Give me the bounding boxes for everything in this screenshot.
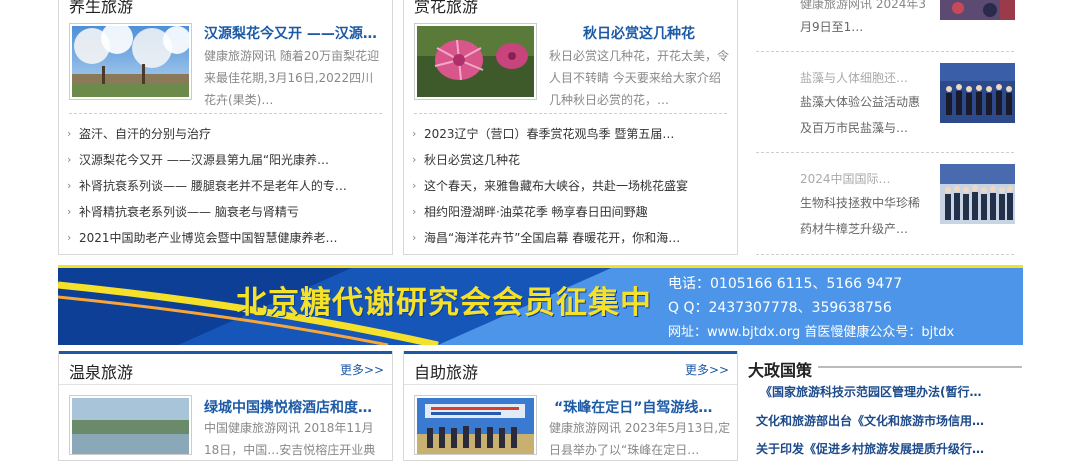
divider xyxy=(756,254,1014,255)
feature-title[interactable]: “珠峰在定日”自驾游线… xyxy=(554,397,734,417)
news-text[interactable]: 药材牛樟芝升级产… xyxy=(800,217,908,242)
feature-description: 中国健康旅游网讯 2018年11月18日，中国…安吉悦榕庄开业典礼及… xyxy=(204,421,376,457)
section-self-guided-travel: 自助旅游 更多>> “珠峰在定日”自驾游线… 健康旅游网讯 2023年5月13日… xyxy=(403,351,738,461)
feature-image-lake[interactable] xyxy=(69,395,192,455)
banner-website: 网址：www.bjtdx.org 首医慢健康公众号：bjtdx xyxy=(668,325,955,340)
policy-item[interactable]: 《国家旅游科技示范园区管理办法(暂行… xyxy=(760,383,982,400)
article-list: › 盗汗、自汗的分别与治疗 › 汉源梨花今又开 ——汉源县第九届“阳光康养… › 补肾… xyxy=(67,121,385,251)
divider xyxy=(756,51,1014,52)
feature-description: 秋日必赏这几种花，开花太美，令人目不转睛 今天要来给大家介绍几种秋日必赏的花，… xyxy=(549,49,730,107)
news-subtitle[interactable]: 盐藻与人体细胞还… xyxy=(800,69,908,86)
chevron-right-icon: › xyxy=(67,127,72,140)
policy-item[interactable]: 文化和旅游部出台《文化和旅游市场信用… xyxy=(756,412,984,429)
list-item[interactable]: › 汉源梨花今又开 ——汉源县第九届“阳光康养… xyxy=(67,147,385,173)
section-title: 赏花旅游 xyxy=(414,0,479,16)
feature-image-group-photo[interactable] xyxy=(414,395,537,455)
banner-headline: 北京糖代谢研究会会员征集中 xyxy=(236,285,652,321)
membership-banner[interactable]: 北京糖代谢研究会会员征集中 电话：0105166 6115、5166 9477 … xyxy=(58,265,1023,345)
divider xyxy=(59,384,392,385)
chevron-right-icon: › xyxy=(412,153,417,166)
chevron-right-icon: › xyxy=(67,153,72,166)
section-topbar xyxy=(404,351,737,354)
feature-title[interactable]: 汉源梨花今又开 ——汉源… xyxy=(204,23,384,43)
policy-item[interactable]: 关于印发《促进乡村旅游发展提质升级行… xyxy=(756,440,984,457)
section-title: 养生旅游 xyxy=(69,0,134,16)
divider xyxy=(69,113,382,114)
right-news-column: 健康旅游网讯 2024年3 月9日至1… 盐藻与人体细胞还… 盐藻大体验公益活动… xyxy=(756,0,1018,262)
banner-qq: Q Q：2437307778、359638756 xyxy=(668,300,892,316)
section-policy: 大政国策 《国家旅游科技示范园区管理办法(暂行… 文化和旅游部出台《文化和旅游市… xyxy=(746,351,1026,456)
list-item[interactable]: › 2021中国助老产业博览会暨中国智慧健康养老… xyxy=(67,225,385,251)
section-title: 自助旅游 xyxy=(414,363,479,382)
feature-description: 健康旅游网讯 随着20万亩梨花迎来最佳花期,3月16日,2022四川花卉(果类)… xyxy=(204,49,380,107)
banner-phone: 电话：0105166 6115、5166 9477 xyxy=(668,276,903,292)
chevron-right-icon: › xyxy=(412,231,417,244)
divider xyxy=(414,113,727,114)
divider xyxy=(756,152,1014,153)
feature-title[interactable]: 绿城中国携悦榕酒店和度… xyxy=(204,397,384,417)
news-text[interactable]: 生物科技拯救中华珍稀 xyxy=(800,191,920,216)
news-thumbnail[interactable] xyxy=(940,164,1015,224)
more-link[interactable]: 更多>> xyxy=(340,361,384,378)
section-title: 大政国策 xyxy=(748,361,813,380)
news-thumbnail[interactable] xyxy=(940,0,1015,20)
section-topbar xyxy=(59,351,392,354)
divider xyxy=(404,384,737,385)
chevron-right-icon: › xyxy=(67,231,72,244)
article-list: › 2023辽宁（营口）春季赏花观鸟季 暨第五届… › 秋日必赏这几种花 › 这个春天… xyxy=(412,121,730,251)
news-subtitle[interactable]: 2024中国国际… xyxy=(800,170,891,187)
chevron-right-icon: › xyxy=(412,205,417,218)
list-item[interactable]: › 盗汗、自汗的分别与治疗 xyxy=(67,121,385,147)
news-thumbnail[interactable] xyxy=(940,63,1015,123)
list-item[interactable]: › 这个春天，来雅鲁藏布大峡谷，共赴一场桃花盛宴 xyxy=(412,173,730,199)
news-text[interactable]: 及百万市民盐藻与… xyxy=(800,116,908,141)
section-hot-spring-travel: 温泉旅游 更多>> 绿城中国携悦榕酒店和度… 中国健康旅游网讯 2018年11月… xyxy=(58,351,393,461)
feature-title[interactable]: 秋日必赏这几种花 xyxy=(549,23,729,43)
divider xyxy=(818,366,1022,368)
feature-image-chrysanthemum[interactable] xyxy=(414,23,537,100)
list-item[interactable]: › 海昌“海洋花卉节”全国启幕 春暖花开，你和海… xyxy=(412,225,730,251)
list-item[interactable]: › 补肾精抗衰老系列谈—— 脑衰老与肾精亏 xyxy=(67,199,385,225)
news-text[interactable]: 月9日至1… xyxy=(800,15,863,40)
list-item[interactable]: › 秋日必赏这几种花 xyxy=(412,147,730,173)
chevron-right-icon: › xyxy=(412,179,417,192)
section-flower-travel: 赏花旅游 秋日必赏这几种花 秋日必赏这几种花，开花太美，令人目不转睛 今天要来给… xyxy=(403,0,738,255)
list-item[interactable]: › 2023辽宁（营口）春季赏花观鸟季 暨第五届… xyxy=(412,121,730,147)
feature-description: 健康旅游网讯 2023年5月13日,定日县举办了以“珠峰在定日… xyxy=(549,421,731,457)
feature-image-pear-blossom[interactable] xyxy=(69,23,192,100)
chevron-right-icon: › xyxy=(412,127,417,140)
news-text[interactable]: 盐藻大体验公益活动惠 xyxy=(800,90,920,115)
section-title: 温泉旅游 xyxy=(69,363,134,382)
list-item[interactable]: › 补肾抗衰系列谈—— 腰腿衰老并不是老年人的专… xyxy=(67,173,385,199)
list-item[interactable]: › 相约阳澄湖畔·油菜花季 畅享春日田间野趣 xyxy=(412,199,730,225)
more-link[interactable]: 更多>> xyxy=(685,361,729,378)
chevron-right-icon: › xyxy=(67,205,72,218)
section-health-travel: 养生旅游 汉源梨花今又开 ——汉源… 健康旅游网讯 随着20万亩梨花迎来最佳花期… xyxy=(58,0,393,255)
chevron-right-icon: › xyxy=(67,179,72,192)
